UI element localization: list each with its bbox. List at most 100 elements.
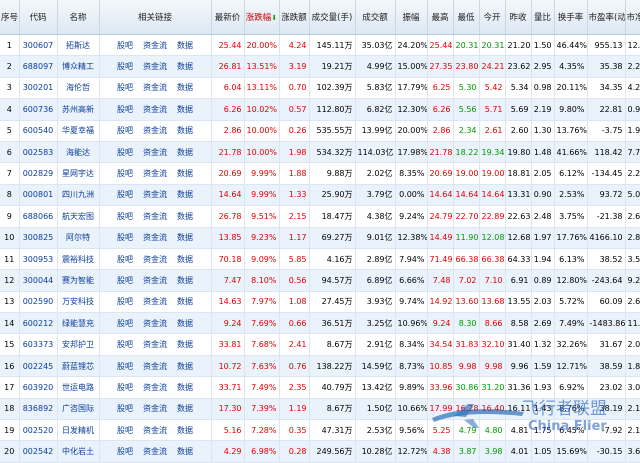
table-row[interactable]: 3 300201 海伦哲 股吧 资金流 数据 6.04 13.11% 0.70 102.39万 5.… xyxy=(0,77,640,100)
guba-link[interactable]: 股吧 xyxy=(117,126,133,135)
stock-name-link[interactable]: 华夏幸福 xyxy=(62,126,94,135)
guba-link[interactable]: 股吧 xyxy=(117,233,133,242)
fund-flow-link[interactable]: 资金流 xyxy=(143,62,167,71)
stock-code-link[interactable]: 002520 xyxy=(23,426,54,435)
fund-flow-link[interactable]: 资金流 xyxy=(143,383,167,392)
stock-code[interactable]: 002583 xyxy=(19,141,58,164)
table-row[interactable]: 15 603373 安邦护卫 股吧 资金流 数据 33.81 7.68% 2.41 8.67万 2.… xyxy=(0,333,640,356)
stock-name[interactable]: 博众精工 xyxy=(57,55,100,78)
guba-link[interactable]: 股吧 xyxy=(117,41,133,50)
stock-code-link[interactable]: 002829 xyxy=(23,169,54,178)
table-row[interactable]: 19 002520 日发精机 股吧 资金流 数据 5.16 7.28% 0.35 47.31万 2.… xyxy=(0,419,640,442)
table-row[interactable]: 2 688097 博众精工 股吧 资金流 数据 26.81 13.51% 3.19 19.21万 4… xyxy=(0,55,640,78)
stock-code[interactable]: 600540 xyxy=(19,120,58,142)
stock-name[interactable]: 蔚蓝锂芯 xyxy=(57,355,100,378)
data-link[interactable]: 数据 xyxy=(177,212,193,221)
stock-code[interactable]: 300044 xyxy=(19,269,58,292)
fund-flow-link[interactable]: 资金流 xyxy=(143,190,167,199)
stock-code-link[interactable]: 688066 xyxy=(23,212,54,221)
column-header-17[interactable]: 市净率 xyxy=(625,0,640,35)
stock-code-link[interactable]: 688097 xyxy=(23,62,54,71)
stock-name-link[interactable]: 震裕科技 xyxy=(62,255,94,264)
stock-code-link[interactable]: 836892 xyxy=(23,404,54,413)
column-header-6[interactable]: 涨跌额 xyxy=(279,0,310,35)
stock-name-link[interactable]: 星网宇达 xyxy=(62,169,94,178)
data-link[interactable]: 数据 xyxy=(177,340,193,349)
column-header-9[interactable]: 振幅 xyxy=(395,0,428,35)
stock-name-link[interactable]: 安邦护卫 xyxy=(62,340,94,349)
stock-code-link[interactable]: 002590 xyxy=(23,297,54,306)
table-row[interactable]: 17 603920 世运电路 股吧 资金流 数据 33.71 7.49% 2.35 40.79万 1… xyxy=(0,376,640,399)
column-header-14[interactable]: 量比 xyxy=(531,0,555,35)
stock-name[interactable]: 安邦护卫 xyxy=(57,333,100,356)
column-header-12[interactable]: 今开 xyxy=(479,0,506,35)
stock-code-link[interactable]: 600212 xyxy=(23,319,54,328)
table-row[interactable]: 20 002542 中化岩土 股吧 资金流 数据 4.29 6.98% 0.28 249.56万 1… xyxy=(0,440,640,463)
column-header-5[interactable]: 涨跌幅⬇ xyxy=(244,0,280,35)
column-header-7[interactable]: 成交量(手) xyxy=(309,0,356,35)
data-link[interactable]: 数据 xyxy=(177,383,193,392)
guba-link[interactable]: 股吧 xyxy=(117,319,133,328)
data-link[interactable]: 数据 xyxy=(177,297,193,306)
stock-code[interactable]: 688066 xyxy=(19,205,58,228)
column-header-3[interactable]: 相关链接 xyxy=(99,0,212,35)
stock-name[interactable]: 广咨国际 xyxy=(57,398,100,421)
column-header-2[interactable]: 名称 xyxy=(57,0,100,35)
stock-code[interactable]: 002829 xyxy=(19,162,58,185)
stock-name-link[interactable]: 博众精工 xyxy=(62,62,94,71)
stock-name-link[interactable]: 中化岩土 xyxy=(62,447,94,456)
stock-code-link[interactable]: 000801 xyxy=(23,190,54,199)
guba-link[interactable]: 股吧 xyxy=(117,212,133,221)
stock-name-link[interactable]: 绿能慧充 xyxy=(62,319,94,328)
data-link[interactable]: 数据 xyxy=(177,426,193,435)
stock-name[interactable]: 航天宏图 xyxy=(57,205,100,228)
data-link[interactable]: 数据 xyxy=(177,105,193,114)
guba-link[interactable]: 股吧 xyxy=(117,105,133,114)
data-link[interactable]: 数据 xyxy=(177,190,193,199)
table-row[interactable]: 1 300607 拓斯达 股吧 资金流 数据 25.44 20.00% 4.24 145.11万 3… xyxy=(0,34,640,57)
table-row[interactable]: 10 300825 阿尔特 股吧 资金流 数据 13.85 9.23% 1.17 69.27万 9.… xyxy=(0,227,640,249)
data-link[interactable]: 数据 xyxy=(177,233,193,242)
guba-link[interactable]: 股吧 xyxy=(117,62,133,71)
fund-flow-link[interactable]: 资金流 xyxy=(143,340,167,349)
stock-code[interactable]: 603920 xyxy=(19,376,58,399)
stock-name-link[interactable]: 海能达 xyxy=(66,148,90,157)
stock-code[interactable]: 002542 xyxy=(19,440,58,463)
stock-name[interactable]: 震裕科技 xyxy=(57,248,100,271)
fund-flow-link[interactable]: 资金流 xyxy=(143,404,167,413)
data-link[interactable]: 数据 xyxy=(177,255,193,264)
stock-code[interactable]: 836892 xyxy=(19,398,58,421)
stock-code-link[interactable]: 002583 xyxy=(23,148,54,157)
guba-link[interactable]: 股吧 xyxy=(117,148,133,157)
guba-link[interactable]: 股吧 xyxy=(117,404,133,413)
column-header-10[interactable]: 最高 xyxy=(427,0,454,35)
data-link[interactable]: 数据 xyxy=(177,41,193,50)
stock-name[interactable]: 世运电路 xyxy=(57,376,100,399)
stock-code[interactable]: 300201 xyxy=(19,77,58,100)
table-row[interactable]: 16 002245 蔚蓝锂芯 股吧 资金流 数据 10.72 7.63% 0.76 138.22万… xyxy=(0,355,640,378)
data-link[interactable]: 数据 xyxy=(177,447,193,456)
fund-flow-link[interactable]: 资金流 xyxy=(143,319,167,328)
stock-name-link[interactable]: 赛为智能 xyxy=(62,276,94,285)
data-link[interactable]: 数据 xyxy=(177,319,193,328)
guba-link[interactable]: 股吧 xyxy=(117,297,133,306)
stock-name-link[interactable]: 苏州高新 xyxy=(62,105,94,114)
fund-flow-link[interactable]: 资金流 xyxy=(143,362,167,371)
stock-code-link[interactable]: 002542 xyxy=(23,447,54,456)
stock-name-link[interactable]: 蔚蓝锂芯 xyxy=(62,362,94,371)
stock-code[interactable]: 300607 xyxy=(19,34,58,57)
stock-name[interactable]: 海伦哲 xyxy=(57,77,100,100)
guba-link[interactable]: 股吧 xyxy=(117,426,133,435)
table-row[interactable]: 11 300953 震裕科技 股吧 资金流 数据 70.18 9.09% 5.85 4.16万 2.… xyxy=(0,248,640,271)
table-row[interactable]: 7 002829 星网宇达 股吧 资金流 数据 20.69 9.99% 1.88 9.88万 2.0… xyxy=(0,162,640,185)
stock-code-link[interactable]: 300953 xyxy=(23,255,54,264)
stock-name[interactable]: 万安科技 xyxy=(57,291,100,314)
stock-name-link[interactable]: 阿尔特 xyxy=(66,233,90,242)
stock-code-link[interactable]: 300825 xyxy=(23,233,54,242)
fund-flow-link[interactable]: 资金流 xyxy=(143,83,167,92)
guba-link[interactable]: 股吧 xyxy=(117,276,133,285)
stock-name[interactable]: 四川九洲 xyxy=(57,184,100,207)
stock-code[interactable]: 002590 xyxy=(19,291,58,314)
stock-name[interactable]: 苏州高新 xyxy=(57,98,100,121)
stock-code[interactable]: 000801 xyxy=(19,184,58,207)
